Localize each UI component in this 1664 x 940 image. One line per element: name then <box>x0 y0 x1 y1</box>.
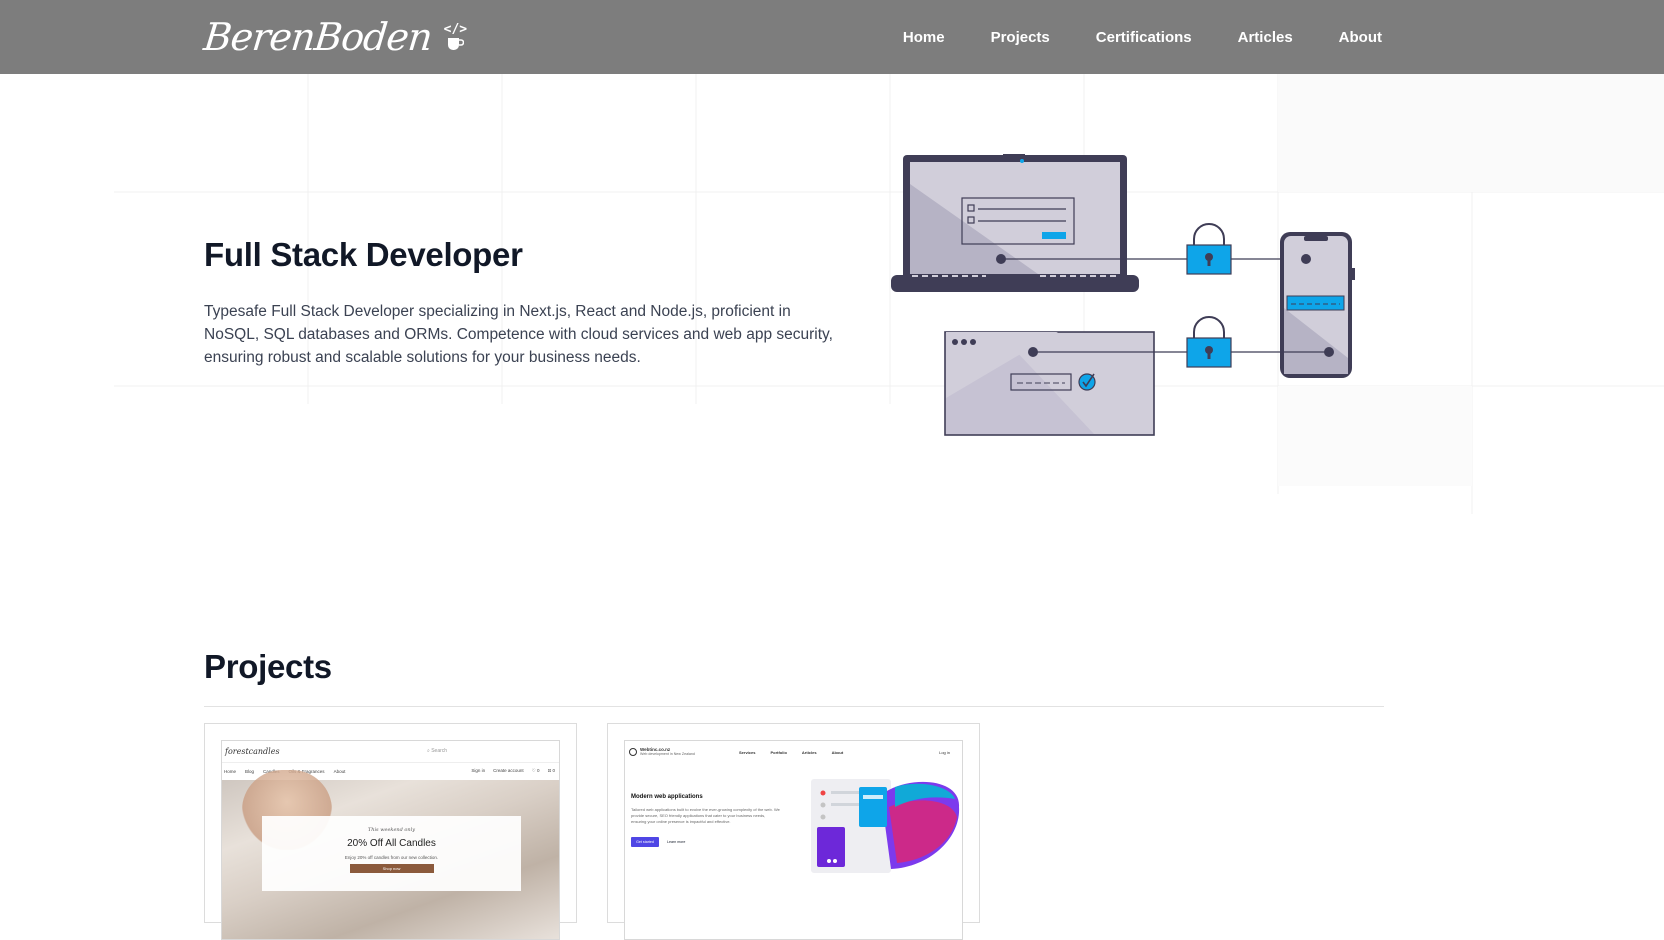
secure-devices-illustration <box>891 154 1355 436</box>
preview-get-started-button: Get started <box>631 837 659 847</box>
project-preview-forestcandles: forestcandles ⌕ Search Home Blog Candles… <box>221 740 560 940</box>
logo-mark: </> <box>444 23 467 52</box>
project-preview-webtinc: Webtinc.co.nz Web development in New Zea… <box>624 740 963 940</box>
nav-certifications[interactable]: Certifications <box>1096 29 1192 46</box>
preview-nav-item: Portfolio <box>770 749 787 755</box>
preview-nav: Services Portfolio Articles About <box>739 750 843 755</box>
logo-text: BerenBoden <box>201 15 434 59</box>
preview-hero-image: This weekend only 20% Off All Candles En… <box>222 770 559 939</box>
preview-nav-account: Sign in Create account ♡ 0 ⊡ 0 <box>471 768 555 774</box>
preview-cta: Get started Learn more <box>631 837 685 847</box>
background-grid <box>114 74 1664 514</box>
preview-login: Log in <box>939 749 950 755</box>
heart-icon: ♡ 0 <box>531 768 540 773</box>
preview-header: Webtinc.co.nz Web development in New Zea… <box>625 741 962 763</box>
preview-hero-art <box>811 779 960 873</box>
preview-brand: Webtinc.co.nz Web development in New Zea… <box>640 747 695 757</box>
preview-nav-item: About <box>333 768 346 774</box>
preview-search-placeholder: Search <box>431 748 448 754</box>
coffee-cup-icon <box>448 37 465 50</box>
nav-about[interactable]: About <box>1339 29 1382 46</box>
nav-projects[interactable]: Projects <box>991 29 1050 46</box>
hero-description: Typesafe Full Stack Developer specializi… <box>204 303 833 366</box>
project-card-forestcandles[interactable]: forestcandles ⌕ Search Home Blog Candles… <box>204 723 577 940</box>
promo-shop-button: Shop now <box>349 864 434 873</box>
hero-title: Full Stack Developer <box>204 236 523 273</box>
promo-kicker: This weekend only <box>367 827 416 833</box>
projects-section-title: Projects <box>204 648 332 685</box>
promo-panel: This weekend only 20% Off All Candles En… <box>262 816 521 891</box>
project-card-webtinc[interactable]: Webtinc.co.nz Web development in New Zea… <box>607 723 980 940</box>
preview-headline: Modern web applications <box>631 794 703 800</box>
nav-articles[interactable]: Articles <box>1238 29 1293 46</box>
preview-header: forestcandles ⌕ Search <box>222 741 559 763</box>
main-nav: Home Projects Certifications Articles Ab… <box>903 0 1382 74</box>
preview-nav-item: Articles <box>801 749 817 755</box>
preview-brand: forestcandles <box>225 747 280 756</box>
site-logo[interactable]: BerenBoden </> <box>201 14 467 60</box>
nav-home[interactable]: Home <box>903 29 945 46</box>
site-header: BerenBoden </> Home Projects Certificati… <box>0 0 1664 74</box>
preview-create-account: Create account <box>493 768 524 773</box>
promo-offer: 20% Off All Candles <box>347 838 436 849</box>
preview-nav-item: Services <box>739 749 756 755</box>
section-divider <box>204 706 1384 707</box>
preview-learn-more-link: Learn more <box>667 840 686 844</box>
preview-body: Tailored web applications built to evolv… <box>631 807 780 824</box>
preview-nav-item: About <box>831 749 844 755</box>
bag-icon: ⊡ 0 <box>547 768 555 773</box>
preview-nav-item: Home <box>224 768 237 774</box>
preview-nav-item: Blog <box>245 768 255 774</box>
promo-subtext: Enjoy 20% off candles from our new colle… <box>344 855 439 860</box>
preview-sign-in: Sign in <box>471 768 486 773</box>
preview-search: ⌕ Search <box>427 748 448 754</box>
preview-logo: Webtinc.co.nz Web development in New Zea… <box>629 747 695 757</box>
webtinc-logo-icon <box>629 748 637 756</box>
code-icon: </> <box>443 21 468 37</box>
preview-tagline: Web development in New Zealand <box>640 752 695 756</box>
